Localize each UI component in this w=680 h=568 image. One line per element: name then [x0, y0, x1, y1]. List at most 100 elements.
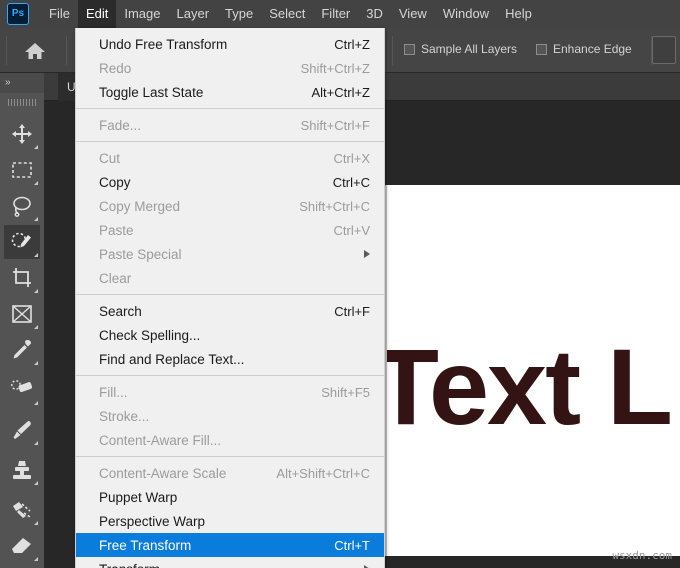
- edit-dropdown-menu: Undo Free Transform Ctrl+Z Redo Shift+Ctrl+…: [75, 28, 385, 568]
- healing-brush-tool[interactable]: [4, 373, 40, 407]
- menu-item-transform[interactable]: Transform: [76, 557, 384, 568]
- menu-item-find-and-replace-text[interactable]: Find and Replace Text...: [76, 347, 384, 371]
- menu-item-shortcut: Ctrl+C: [333, 175, 370, 190]
- frame-tool[interactable]: [4, 297, 40, 331]
- options-divider-before-checks: [392, 36, 393, 65]
- menu-item-free-transform[interactable]: Free TransformCtrl+T: [76, 533, 384, 557]
- move-tool[interactable]: [4, 117, 40, 151]
- options-extra-button[interactable]: [652, 36, 676, 64]
- marquee-icon: [11, 160, 33, 180]
- home-icon: [24, 41, 46, 61]
- menu-bar: Ps FileEditImageLayerTypeSelectFilter3DV…: [0, 0, 680, 28]
- options-divider-left: [6, 36, 7, 65]
- menu-image[interactable]: Image: [116, 0, 168, 28]
- home-button[interactable]: [12, 34, 58, 67]
- menu-item-label: Content-Aware Scale: [99, 466, 226, 481]
- menu-item-label: Clear: [99, 271, 131, 286]
- menu-item-label: Paste Special: [99, 247, 182, 262]
- menu-item-fill: Fill... Shift+F5: [76, 380, 384, 404]
- tool-expand-corner-icon: [34, 217, 38, 221]
- menu-item-label: Search: [99, 304, 142, 319]
- enhance-edge-checkbox[interactable]: [536, 44, 547, 55]
- healing-brush-icon: [10, 379, 34, 401]
- crop-icon: [11, 267, 33, 289]
- menu-item-search[interactable]: SearchCtrl+F: [76, 299, 384, 323]
- menu-item-label: Cut: [99, 151, 120, 166]
- menu-item-shortcut: Shift+Ctrl+F: [301, 118, 370, 133]
- menu-item-perspective-warp[interactable]: Perspective Warp: [76, 509, 384, 533]
- menu-item-label: Perspective Warp: [99, 514, 205, 529]
- menu-item-check-spelling[interactable]: Check Spelling...: [76, 323, 384, 347]
- menu-item-label: Puppet Warp: [99, 490, 177, 505]
- menu-item-shortcut: Shift+Ctrl+Z: [301, 61, 370, 76]
- menu-item-copy-merged: Copy MergedShift+Ctrl+C: [76, 194, 384, 218]
- menu-help[interactable]: Help: [497, 0, 540, 28]
- menu-view[interactable]: View: [391, 0, 435, 28]
- menu-item-paste-special: Paste Special: [76, 242, 384, 266]
- menu-item-label: Free Transform: [99, 538, 191, 553]
- eyedropper-tool[interactable]: [4, 333, 40, 367]
- menu-item-shortcut: Shift+Ctrl+C: [299, 199, 370, 214]
- tool-expand-corner-icon: [34, 481, 38, 485]
- rectangular-marquee-tool[interactable]: [4, 153, 40, 187]
- brush-tool[interactable]: [4, 413, 40, 447]
- menu-item-label: Undo Free Transform: [99, 37, 227, 52]
- history-brush-icon: [10, 499, 34, 521]
- menu-separator: [76, 375, 384, 376]
- tool-expand-corner-icon: [34, 557, 38, 561]
- menu-edit[interactable]: Edit: [78, 0, 116, 28]
- options-divider-after-home: [66, 36, 67, 65]
- menu-item-label: Find and Replace Text...: [99, 352, 244, 367]
- menu-item-label: Toggle Last State: [99, 85, 203, 100]
- history-brush-tool[interactable]: [4, 493, 40, 527]
- menu-item-label: Fill...: [99, 385, 128, 400]
- menu-item-label: Redo: [99, 61, 131, 76]
- tool-expand-corner-icon: [34, 361, 38, 365]
- menu-item-shortcut: Shift+F5: [321, 385, 370, 400]
- photoshop-logo-icon: Ps: [7, 3, 29, 25]
- menu-layer[interactable]: Layer: [169, 0, 218, 28]
- document-canvas[interactable]: Text L: [385, 185, 680, 556]
- sample-all-layers-checkbox[interactable]: [404, 44, 415, 55]
- menu-item-copy[interactable]: CopyCtrl+C: [76, 170, 384, 194]
- menu-item-undo-free-transform[interactable]: Undo Free Transform Ctrl+Z: [76, 32, 384, 56]
- menu-file[interactable]: File: [41, 0, 78, 28]
- menu-item-shortcut: Ctrl+V: [334, 223, 370, 238]
- tool-expand-corner-icon: [34, 181, 38, 185]
- eyedropper-icon: [11, 339, 33, 361]
- sample-all-layers-label: Sample All Layers: [421, 42, 517, 56]
- sample-all-layers-option[interactable]: Sample All Layers: [404, 42, 517, 56]
- eraser-tool[interactable]: [4, 529, 40, 563]
- menu-item-label: Fade...: [99, 118, 141, 133]
- tool-expand-corner-icon: [34, 145, 38, 149]
- menu-select[interactable]: Select: [261, 0, 313, 28]
- menu-3d[interactable]: 3D: [358, 0, 391, 28]
- clone-stamp-tool[interactable]: [4, 453, 40, 487]
- menu-item-puppet-warp[interactable]: Puppet Warp: [76, 485, 384, 509]
- menu-separator: [76, 108, 384, 109]
- lasso-tool[interactable]: [4, 189, 40, 223]
- lasso-icon: [11, 195, 33, 217]
- menu-item-toggle-last-state[interactable]: Toggle Last State Alt+Ctrl+Z: [76, 80, 384, 104]
- tool-expand-corner-icon: [34, 325, 38, 329]
- enhance-edge-option[interactable]: Enhance Edge: [536, 42, 632, 56]
- tool-expand-corner-icon: [34, 289, 38, 293]
- clone-stamp-icon: [11, 459, 33, 481]
- menu-item-shortcut: Alt+Ctrl+Z: [311, 85, 370, 100]
- menu-window[interactable]: Window: [435, 0, 497, 28]
- tools-panel-expand-button[interactable]: »: [0, 73, 44, 93]
- menu-item-fade: Fade... Shift+Ctrl+F: [76, 113, 384, 137]
- quick-selection-tool[interactable]: [4, 225, 40, 259]
- quick-selection-icon: [10, 231, 34, 253]
- enhance-edge-label: Enhance Edge: [553, 42, 632, 56]
- tools-panel-drag-handle[interactable]: [8, 99, 36, 106]
- canvas-text-layer: Text L: [385, 333, 671, 441]
- menu-separator: [76, 456, 384, 457]
- menu-item-label: Check Spelling...: [99, 328, 200, 343]
- menu-item-shortcut: Ctrl+X: [334, 151, 370, 166]
- watermark-text: wsxdn.com: [612, 549, 672, 562]
- menu-type[interactable]: Type: [217, 0, 261, 28]
- menu-item-shortcut: Ctrl+Z: [334, 37, 370, 52]
- crop-tool[interactable]: [4, 261, 40, 295]
- menu-filter[interactable]: Filter: [313, 0, 358, 28]
